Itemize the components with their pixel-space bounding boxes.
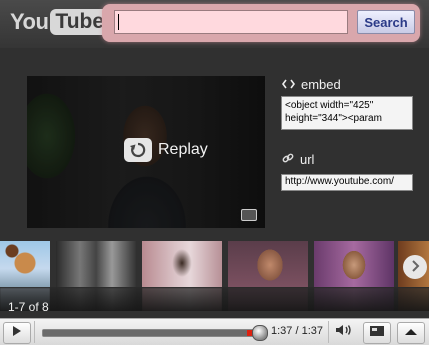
play-button[interactable] bbox=[3, 322, 31, 344]
replay-label: Replay bbox=[158, 141, 208, 158]
play-icon bbox=[12, 324, 22, 342]
screen-size-icon bbox=[369, 324, 385, 342]
logo-tube-text: Tube bbox=[50, 9, 110, 35]
time-display: 1:37 / 1:37 bbox=[271, 325, 323, 337]
related-thumbnail[interactable] bbox=[142, 241, 222, 311]
video-frame[interactable]: Replay bbox=[27, 76, 265, 228]
divider bbox=[34, 321, 35, 343]
url-title: url bbox=[300, 152, 315, 167]
next-related-button[interactable] bbox=[403, 255, 427, 279]
menu-toggle-button[interactable] bbox=[397, 322, 425, 344]
url-field[interactable]: http://www.youtube.com/ bbox=[281, 174, 413, 191]
url-heading: url bbox=[282, 152, 314, 167]
search-button[interactable]: Search bbox=[357, 10, 415, 34]
player-header: You Tube Search bbox=[0, 0, 429, 48]
progress-bar[interactable] bbox=[42, 325, 268, 341]
progress-played bbox=[43, 330, 261, 336]
link-icon bbox=[282, 152, 294, 167]
embed-title: embed bbox=[301, 77, 341, 92]
search-input[interactable] bbox=[114, 10, 348, 34]
speaker-icon bbox=[335, 323, 355, 342]
divider bbox=[328, 321, 329, 343]
logo-you-text: You bbox=[10, 9, 49, 34]
replay-button[interactable]: Replay bbox=[124, 138, 208, 162]
related-videos-strip bbox=[0, 241, 429, 311]
related-thumbnail[interactable] bbox=[228, 241, 308, 311]
chevron-right-icon bbox=[410, 259, 420, 275]
control-bar: 1:37 / 1:37 bbox=[0, 318, 429, 345]
related-thumbnail[interactable] bbox=[314, 241, 394, 311]
volume-button[interactable] bbox=[334, 323, 356, 341]
embed-heading: embed bbox=[282, 77, 341, 92]
screen-size-button[interactable] bbox=[363, 322, 391, 344]
related-counter: 1-7 of 8 bbox=[8, 300, 49, 314]
related-thumbnail[interactable] bbox=[56, 241, 136, 311]
screen-icon[interactable] bbox=[241, 209, 257, 221]
replay-icon bbox=[124, 138, 152, 162]
text-caret bbox=[118, 14, 119, 30]
embed-code-field[interactable]: <object width="425" height="344"><param bbox=[281, 96, 413, 130]
search-bar: Search bbox=[102, 4, 420, 42]
eject-up-icon bbox=[404, 324, 418, 342]
embedded-player: You Tube Search Replay embed <object wid… bbox=[0, 0, 429, 345]
code-brackets-icon bbox=[282, 77, 295, 92]
scrubber-handle[interactable] bbox=[252, 325, 268, 341]
youtube-logo[interactable]: You Tube bbox=[10, 8, 110, 36]
